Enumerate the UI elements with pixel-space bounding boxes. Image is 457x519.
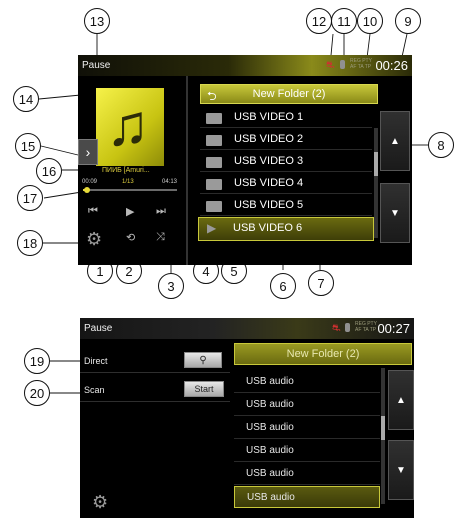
scroll-thumb[interactable] bbox=[381, 416, 385, 440]
bluetooth-icon bbox=[340, 60, 345, 69]
list-item[interactable]: USB VIDEO 2 bbox=[200, 129, 372, 150]
list-item[interactable]: USB audio bbox=[234, 394, 380, 416]
list-item[interactable]: USB VIDEO 3 bbox=[200, 151, 372, 172]
total-time: 04:13 bbox=[162, 179, 178, 185]
folder-icon bbox=[206, 113, 222, 124]
status-bar: Pause ⛐ REG PTY AF TA TP 00:26 bbox=[78, 55, 412, 76]
callout-12: 12 bbox=[306, 8, 332, 34]
player-screen-video: Pause ⛐ REG PTY AF TA TP 00:26 ♫ › ПИИБ … bbox=[78, 55, 412, 265]
callout-17: 17 bbox=[17, 185, 43, 211]
playback-status: Pause bbox=[84, 323, 113, 334]
callout-10: 10 bbox=[357, 8, 383, 34]
page-down-button[interactable]: ▼ bbox=[388, 440, 414, 500]
rbd-indicators: REG PTY AF TA TP bbox=[350, 58, 372, 70]
callout-8: 8 bbox=[428, 132, 454, 158]
callout-20: 20 bbox=[24, 380, 50, 406]
list-item[interactable]: USB audio bbox=[234, 417, 380, 439]
page-up-button[interactable]: ▲ bbox=[380, 111, 410, 171]
list-item[interactable]: USB VIDEO 5 bbox=[200, 195, 372, 216]
play-icon[interactable]: ▶ bbox=[126, 205, 134, 218]
list-item[interactable]: USB VIDEO 4 bbox=[200, 173, 372, 194]
callout-3: 3 bbox=[158, 273, 184, 299]
playback-status: Pause bbox=[82, 60, 111, 71]
callout-14: 14 bbox=[13, 86, 39, 112]
list-item-label: USB VIDEO 4 bbox=[234, 177, 304, 189]
list-item-label: USB audio bbox=[246, 376, 294, 387]
scan-label: Scan bbox=[84, 385, 105, 395]
elapsed-time: 00:09 bbox=[82, 179, 98, 185]
next-track-icon[interactable]: ⏭ bbox=[156, 205, 166, 218]
list-item[interactable]: USB audio bbox=[234, 463, 380, 485]
callout-11: 11 bbox=[331, 8, 357, 34]
direct-row: Direct ⚲ bbox=[80, 349, 230, 373]
callout-18: 18 bbox=[17, 230, 43, 256]
scroll-thumb[interactable] bbox=[374, 152, 378, 176]
folder-header[interactable]: ⮌ New Folder (2) bbox=[200, 84, 378, 104]
scan-start-button[interactable]: Start bbox=[184, 381, 224, 397]
player-screen-audio: Pause ⛐ REG PTY AF TA TP 00:27 Direct ⚲ … bbox=[80, 318, 414, 518]
list-item-label: USB VIDEO 1 bbox=[234, 111, 304, 123]
rbd-line-2: AF TA TP bbox=[355, 327, 377, 333]
play-icon: ▶ bbox=[207, 221, 217, 235]
scrollbar[interactable] bbox=[374, 128, 378, 238]
music-note-icon: ♫ bbox=[106, 93, 150, 158]
rbd-line-2: AF TA TP bbox=[350, 64, 372, 70]
status-bar: Pause ⛐ REG PTY AF TA TP 00:27 bbox=[80, 318, 414, 339]
list-item-label: USB audio bbox=[246, 445, 294, 456]
list-item[interactable]: USB audio bbox=[234, 371, 380, 393]
callout-13: 13 bbox=[84, 8, 110, 34]
track-number: 1/13 bbox=[122, 179, 134, 185]
car-icon: ⛐ bbox=[332, 323, 341, 334]
list-item-label: USB audio bbox=[246, 399, 294, 410]
progress-bar[interactable] bbox=[83, 187, 177, 193]
list-item-label: USB audio bbox=[247, 492, 295, 503]
callout-15: 15 bbox=[15, 133, 41, 159]
source-nav-button[interactable]: › bbox=[78, 139, 98, 165]
list-item-label: USB VIDEO 2 bbox=[234, 133, 304, 145]
shuffle-icon[interactable]: ⤨ bbox=[156, 231, 165, 244]
page-down-button[interactable]: ▼ bbox=[380, 183, 410, 243]
callout-6: 6 bbox=[270, 273, 296, 299]
callout-16: 16 bbox=[36, 158, 62, 184]
list-item[interactable]: USB audio bbox=[234, 440, 380, 462]
gear-icon[interactable]: ⚙ bbox=[92, 492, 108, 513]
folder-title: New Folder (2) bbox=[286, 348, 360, 360]
scrollbar[interactable] bbox=[381, 368, 385, 504]
callout-7: 7 bbox=[308, 270, 334, 296]
list-item[interactable]: USB VIDEO 1 bbox=[200, 107, 372, 128]
list-item-selected[interactable]: USB audio bbox=[234, 486, 380, 508]
car-icon: ⛐ bbox=[326, 60, 335, 71]
callout-19: 19 bbox=[24, 348, 50, 374]
progress-knob[interactable] bbox=[83, 187, 90, 193]
prev-track-icon[interactable]: ⏮ bbox=[88, 205, 98, 218]
folder-icon bbox=[206, 157, 222, 168]
callout-9: 9 bbox=[395, 8, 421, 34]
folder-header[interactable]: New Folder (2) bbox=[234, 343, 412, 365]
track-title: ПИИБ [Amuri... bbox=[102, 167, 150, 174]
pane-divider bbox=[186, 76, 188, 265]
list-item-label: USB audio bbox=[246, 468, 294, 479]
folder-icon bbox=[206, 135, 222, 146]
list-item-label: USB VIDEO 5 bbox=[234, 199, 304, 211]
album-art: ♫ bbox=[96, 88, 164, 166]
direct-search-button[interactable]: ⚲ bbox=[184, 352, 222, 368]
clock: 00:27 bbox=[377, 321, 410, 336]
repeat-icon[interactable]: ⟲ bbox=[126, 231, 135, 244]
list-item-selected[interactable]: ▶ USB VIDEO 6 bbox=[198, 217, 374, 241]
list-item-label: USB VIDEO 6 bbox=[233, 222, 303, 234]
bluetooth-icon bbox=[345, 323, 350, 332]
folder-title: New Folder (2) bbox=[252, 88, 326, 100]
page-up-button[interactable]: ▲ bbox=[388, 370, 414, 430]
gear-icon[interactable]: ⚙ bbox=[86, 229, 102, 250]
folder-icon bbox=[206, 179, 222, 190]
clock: 00:26 bbox=[375, 58, 408, 73]
folder-icon bbox=[206, 201, 222, 212]
list-item-label: USB VIDEO 3 bbox=[234, 155, 304, 167]
scan-row: Scan Start bbox=[80, 378, 230, 402]
list-item-label: USB audio bbox=[246, 422, 294, 433]
direct-label: Direct bbox=[84, 356, 108, 366]
rbd-indicators: REG PTY AF TA TP bbox=[355, 321, 377, 333]
